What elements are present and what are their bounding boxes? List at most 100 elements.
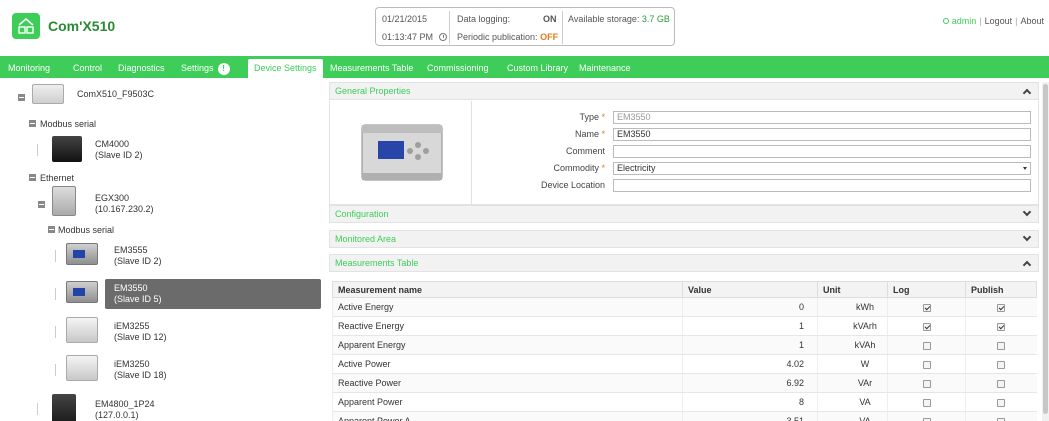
publish-cell xyxy=(965,335,1037,355)
comment-label: Comment xyxy=(565,146,605,156)
collapse-icon[interactable] xyxy=(29,174,36,181)
tree-item-cm4000[interactable]: CM4000 (Slave ID 2) xyxy=(95,139,143,161)
log-checkbox[interactable] xyxy=(922,360,931,369)
tab-monitoring[interactable]: Monitoring xyxy=(2,59,56,78)
tab-settings[interactable]: Settings! xyxy=(175,59,236,78)
collapse-icon[interactable] xyxy=(48,226,55,233)
tree-item-egx300[interactable]: EGX300 (10.167.230.2) xyxy=(95,193,154,215)
type-label: Type * xyxy=(455,112,605,122)
tree-item-em3550-selected[interactable]: EM3550 (Slave ID 5) xyxy=(105,279,321,309)
commodity-select[interactable]: Electricity xyxy=(613,162,1031,175)
general-properties-header[interactable]: General Properties xyxy=(329,82,1039,100)
publish-checkbox[interactable] xyxy=(997,379,1006,388)
egx-modbus-serial-group[interactable]: Modbus serial xyxy=(58,225,114,235)
publish-cell xyxy=(965,411,1037,421)
publish-cell xyxy=(965,297,1037,317)
measurement-unit: VA xyxy=(817,411,888,421)
publish-checkbox[interactable] xyxy=(997,322,1006,331)
col-unit[interactable]: Unit xyxy=(817,281,888,298)
user-link[interactable]: admin xyxy=(952,16,977,26)
monitored-area-header[interactable]: Monitored Area xyxy=(329,230,1039,248)
log-checkbox[interactable] xyxy=(922,303,931,312)
type-label-text: Type xyxy=(579,112,599,122)
collapse-icon[interactable] xyxy=(38,201,45,208)
publish-checkbox[interactable] xyxy=(997,417,1006,421)
tab-custom-library[interactable]: Custom Library xyxy=(501,59,574,78)
measurement-name: Reactive Power xyxy=(332,373,683,393)
device-name: EM4800_1P24 xyxy=(95,399,155,409)
required-mark: * xyxy=(601,129,605,139)
device-location-field[interactable] xyxy=(613,179,1031,192)
tab-maintenance[interactable]: Maintenance xyxy=(573,59,637,78)
device-name: EGX300 xyxy=(95,193,130,203)
table-header-row: Measurement name Value Unit Log Publish xyxy=(332,281,1037,298)
col-publish[interactable]: Publish xyxy=(965,281,1037,298)
col-value[interactable]: Value xyxy=(682,281,818,298)
table-row: Reactive Power 6.92 VAr xyxy=(332,373,1037,393)
log-checkbox[interactable] xyxy=(922,379,931,388)
col-log[interactable]: Log xyxy=(887,281,966,298)
publish-checkbox[interactable] xyxy=(997,341,1006,350)
log-cell xyxy=(887,354,966,374)
app-logo-icon xyxy=(12,13,40,39)
scrollbar-thumb[interactable] xyxy=(1043,84,1048,414)
ethernet-group[interactable]: Ethernet xyxy=(40,173,74,183)
measurement-value: 0 xyxy=(682,297,818,317)
tab-device-settings[interactable]: Device Settings xyxy=(248,59,323,78)
measurement-name: Active Power xyxy=(332,354,683,374)
publish-checkbox[interactable] xyxy=(997,303,1006,312)
chevron-down-icon[interactable] xyxy=(1022,232,1032,242)
chevron-up-icon[interactable] xyxy=(1022,88,1032,98)
log-checkbox[interactable] xyxy=(922,417,931,421)
scrollbar[interactable] xyxy=(1042,82,1049,421)
measurement-value: 1 xyxy=(682,335,818,355)
storage-label: Available storage: xyxy=(568,14,640,24)
em3550-device-image xyxy=(361,124,443,181)
status-time: 01:13:47 PM xyxy=(382,32,448,42)
log-checkbox[interactable] xyxy=(922,322,931,331)
device-image-cell xyxy=(330,101,472,204)
about-link[interactable]: About xyxy=(1020,16,1044,26)
tab-commissioning[interactable]: Commissioning xyxy=(421,59,495,78)
commodity-label: Commodity * xyxy=(455,163,605,173)
table-row: Apparent Power 8 VA xyxy=(332,392,1037,412)
log-checkbox[interactable] xyxy=(922,341,931,350)
measurements-table-header[interactable]: Measurements Table xyxy=(329,254,1039,272)
collapse-icon[interactable] xyxy=(29,120,36,127)
settings-alert-badge: ! xyxy=(217,63,230,75)
tree-item-em4800[interactable]: EM4800_1P24 (127.0.0.1) xyxy=(95,399,155,421)
configuration-header[interactable]: Configuration xyxy=(329,205,1039,223)
measurement-value: 6.92 xyxy=(682,373,818,393)
log-cell xyxy=(887,373,966,393)
name-field[interactable]: EM3550 xyxy=(613,128,1031,141)
publish-checkbox[interactable] xyxy=(997,398,1006,407)
chevron-down-icon xyxy=(1023,167,1027,170)
device-name: EM3555 xyxy=(114,245,148,255)
em4800-device-icon xyxy=(52,394,76,421)
chevron-up-icon[interactable] xyxy=(1022,260,1032,270)
tree-item-iem3250[interactable]: iEM3250 (Slave ID 18) xyxy=(114,359,167,381)
tree-item-iem3255[interactable]: iEM3255 (Slave ID 12) xyxy=(114,321,167,343)
data-logging-label: Data logging: xyxy=(457,14,511,24)
em3550-device-icon xyxy=(66,281,98,303)
panel-title: General Properties xyxy=(335,86,411,96)
publish-checkbox[interactable] xyxy=(997,360,1006,369)
panel-title: Measurements Table xyxy=(335,258,419,268)
chevron-down-icon[interactable] xyxy=(1022,207,1032,217)
collapse-icon[interactable] xyxy=(18,94,25,101)
periodic-publication-label: Periodic publication: xyxy=(457,32,538,42)
clock-icon xyxy=(439,33,448,41)
table-row: Apparent Energy 1 kVAh xyxy=(332,335,1037,355)
tab-measurements-table[interactable]: Measurements Table xyxy=(324,59,419,78)
comment-field[interactable] xyxy=(613,145,1031,158)
general-properties-body: Type * EM3550 Name * EM3550 Comment Comm… xyxy=(329,101,1039,205)
periodic-publication-status: Periodic publication: OFF xyxy=(457,32,558,42)
logout-link[interactable]: Logout xyxy=(985,16,1013,26)
log-checkbox[interactable] xyxy=(922,398,931,407)
tree-root-label[interactable]: ComX510_F9503C xyxy=(77,89,154,99)
modbus-serial-group[interactable]: Modbus serial xyxy=(40,119,96,129)
col-measurement-name[interactable]: Measurement name xyxy=(332,281,683,298)
tab-control[interactable]: Control xyxy=(67,59,108,78)
tab-diagnostics[interactable]: Diagnostics xyxy=(112,59,171,78)
tree-item-em3555[interactable]: EM3555 (Slave ID 2) xyxy=(114,245,162,267)
